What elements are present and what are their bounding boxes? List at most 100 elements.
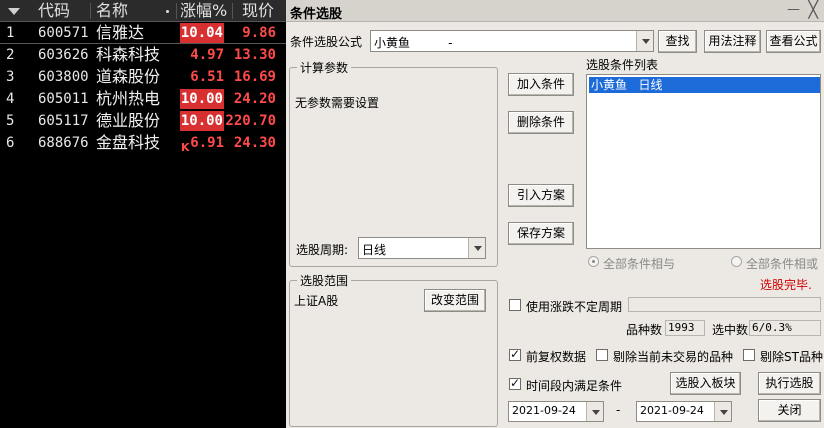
stock-price: 16.69 — [233, 69, 276, 85]
usage-notes-button[interactable]: 用法注释 — [704, 30, 761, 53]
close-button[interactable]: 关闭 — [758, 399, 821, 422]
table-row[interactable]: 3 603800 道森股份 6.51 16.69 — [0, 66, 286, 88]
stock-change: 10.00 — [179, 111, 224, 131]
stock-tag: K — [181, 141, 190, 154]
radio-and[interactable] — [588, 256, 599, 267]
stock-price: 220.70 — [225, 113, 276, 129]
status-text: 选股完毕. — [760, 278, 812, 292]
stock-name: 信雅达 — [96, 23, 145, 42]
formula-select[interactable]: 小黄鱼 - — [370, 30, 654, 52]
stock-price: 24.30 — [233, 135, 276, 151]
adjust-checkbox[interactable] — [509, 347, 521, 361]
execute-button[interactable]: 执行选股 — [758, 372, 821, 395]
exclude-untraded-label: 剔除当前未交易的品种 — [613, 350, 734, 364]
dialog-title: 条件选股 — [290, 7, 343, 22]
stock-list-panel: 代码 名称 涨幅% 现价 1600571信雅达R10.049.862603626… — [0, 0, 286, 428]
stock-code: 688676 — [38, 135, 89, 151]
stock-code: 603626 — [38, 47, 89, 63]
minimize-icon[interactable]: — — [787, 2, 800, 17]
stock-name: 科森科技 — [96, 45, 161, 64]
add-condition-button[interactable]: 加入条件 — [508, 73, 574, 96]
stock-change: 10.04 — [179, 23, 224, 43]
find-button[interactable]: 查找 — [658, 30, 697, 53]
table-row[interactable]: 5605117德业股份N10.00220.70 — [0, 110, 286, 132]
header-name[interactable]: 名称 — [96, 1, 128, 21]
chevron-down-icon[interactable] — [468, 238, 485, 258]
conditions-label: 选股条件列表 — [586, 58, 659, 72]
change-range-button[interactable]: 改变范围 — [424, 289, 486, 312]
selected-value: 6/0.3% — [749, 320, 821, 336]
stock-code: 605011 — [38, 91, 89, 107]
radio-and-label: 全部条件相与 — [603, 257, 676, 271]
params-group-title: 计算参数 — [297, 59, 352, 76]
formula-label: 条件选股公式 — [290, 35, 363, 49]
count-label: 品种数 — [626, 323, 663, 337]
stock-price: 24.20 — [233, 91, 276, 107]
date-to-value: 2021-09-24 — [640, 404, 704, 417]
params-text: 无参数需要设置 — [295, 96, 380, 110]
stock-code: 603800 — [38, 69, 89, 85]
row-index: 3 — [6, 69, 15, 85]
dialog-titlebar[interactable]: 条件选股 — ╳ — [286, 0, 824, 22]
period-value: 日线 — [362, 243, 387, 257]
date-separator: - — [616, 403, 621, 417]
exclude-untraded-checkbox[interactable] — [596, 349, 608, 361]
stock-name: 道森股份 — [96, 67, 161, 86]
stock-price: 9.86 — [242, 25, 276, 41]
row-index: 4 — [6, 91, 15, 107]
formula-value: 小黄鱼 - — [374, 36, 453, 50]
chevron-down-icon[interactable] — [586, 402, 603, 421]
chevron-down-icon[interactable] — [714, 402, 731, 421]
chevron-down-icon[interactable] — [636, 31, 653, 51]
progress-bar — [628, 297, 821, 312]
header-separator — [90, 3, 91, 19]
table-row[interactable]: 6 688676 金盘科技 K 6.91 24.30 — [0, 132, 286, 154]
row-index: 6 — [6, 135, 15, 151]
header-price[interactable]: 现价 — [242, 1, 274, 21]
range-group-title: 选股范围 — [297, 272, 352, 289]
exclude-st-checkbox[interactable] — [743, 349, 755, 361]
row-index: 2 — [6, 47, 15, 63]
time-range-checkbox[interactable] — [509, 376, 521, 390]
row-index: 5 — [6, 113, 15, 129]
exclude-st-label: 剔除ST品种 — [760, 350, 823, 364]
date-to-picker[interactable]: 2021-09-24 — [636, 401, 732, 422]
stock-code: 605117 — [38, 113, 89, 129]
view-formula-button[interactable]: 查看公式 — [766, 30, 821, 53]
header-change[interactable]: 涨幅% — [180, 1, 227, 21]
stock-name: 杭州热电 — [96, 89, 161, 108]
range-value: 上证A股 — [294, 294, 339, 308]
adjust-label: 前复权数据 — [526, 350, 587, 364]
time-range-label: 时间段内满足条件 — [526, 379, 623, 393]
stock-name: 金盘科技 — [96, 133, 161, 152]
use-period-checkbox[interactable] — [509, 299, 521, 311]
stock-change: 6.51 — [190, 69, 224, 85]
close-icon[interactable]: ╳ — [808, 0, 818, 19]
delete-condition-button[interactable]: 删除条件 — [508, 111, 574, 134]
conditions-list[interactable]: 小黄鱼 日线 — [586, 74, 821, 249]
import-plan-button[interactable]: 引入方案 — [508, 184, 574, 207]
stock-change: 10.00 — [179, 89, 224, 109]
header-dot-icon — [166, 10, 169, 13]
stock-price: 13.30 — [233, 47, 276, 63]
sort-dropdown-icon[interactable] — [8, 8, 20, 15]
period-select[interactable]: 日线 — [358, 237, 486, 259]
row-index: 1 — [6, 25, 15, 41]
selected-label: 选中数 — [712, 323, 749, 337]
header-separator — [176, 3, 177, 19]
use-period-label: 使用涨跌不定周期 — [526, 300, 623, 314]
table-row[interactable]: 2 603626 科森科技 4.97 13.30 — [0, 44, 286, 66]
stock-change: 6.91 — [190, 135, 224, 151]
date-from-picker[interactable]: 2021-09-24 — [508, 401, 604, 422]
table-row[interactable]: 4605011杭州热电N10.0024.20 — [0, 88, 286, 110]
period-label: 选股周期: — [296, 243, 349, 257]
header-separator — [232, 3, 233, 19]
stock-list-header: 代码 名称 涨幅% 现价 — [0, 0, 286, 22]
table-row[interactable]: 1600571信雅达R10.049.86 — [0, 22, 286, 44]
radio-or[interactable] — [731, 256, 742, 267]
to-board-button[interactable]: 选股入板块 — [670, 372, 741, 395]
header-code[interactable]: 代码 — [38, 1, 70, 21]
list-item[interactable]: 小黄鱼 日线 — [589, 77, 820, 93]
date-from-value: 2021-09-24 — [512, 404, 576, 417]
save-plan-button[interactable]: 保存方案 — [508, 222, 574, 245]
